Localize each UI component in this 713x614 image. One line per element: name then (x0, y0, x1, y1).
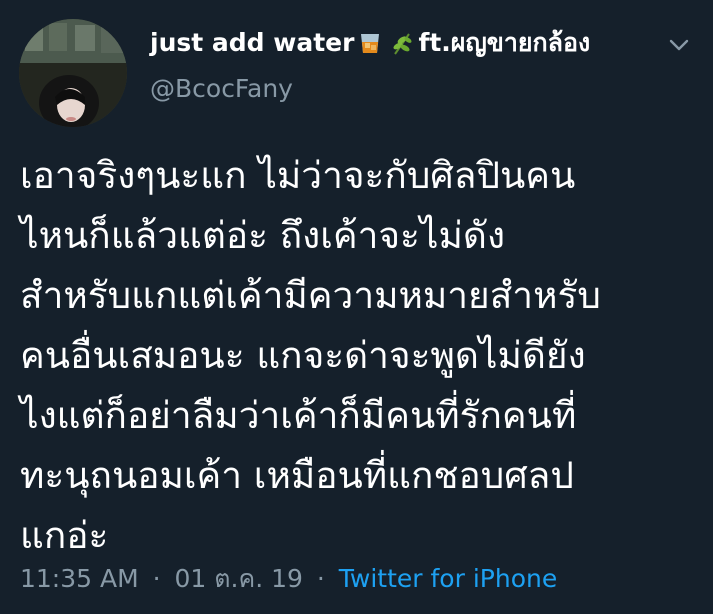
chevron-down-icon[interactable] (664, 30, 694, 60)
herb-emoji (393, 33, 412, 55)
meta-separator: · (152, 564, 161, 593)
tweet-date[interactable]: 01 ต.ค. 19 (175, 564, 303, 593)
display-name-suffix: ft.ผญขายกล้อง (418, 28, 591, 57)
meta-separator: · (316, 564, 325, 593)
avatar[interactable] (19, 19, 127, 127)
display-name[interactable]: just add water ft.ผญขายกล้อง (150, 26, 650, 60)
tumbler-glass-emoji (361, 34, 380, 53)
tweet-time[interactable]: 11:35 AM (20, 564, 139, 593)
tweet-source-link[interactable]: Twitter for iPhone (339, 564, 557, 593)
tweet-text: เอาจริงๆนะแก ไม่ว่าจะกับศิลปินคน ไหนก็แล… (20, 154, 601, 557)
user-handle[interactable]: @BcocFany (150, 74, 650, 104)
tweet-author: just add water ft.ผญขายกล้อง @BcocFany (150, 26, 650, 104)
tweet-meta: 11:35 AM · 01 ต.ค. 19 · Twitter for iPho… (20, 562, 557, 596)
tweet-card: just add water ft.ผญขายกล้อง @BcocFany เ… (0, 0, 713, 614)
display-name-prefix: just add water (150, 28, 355, 57)
